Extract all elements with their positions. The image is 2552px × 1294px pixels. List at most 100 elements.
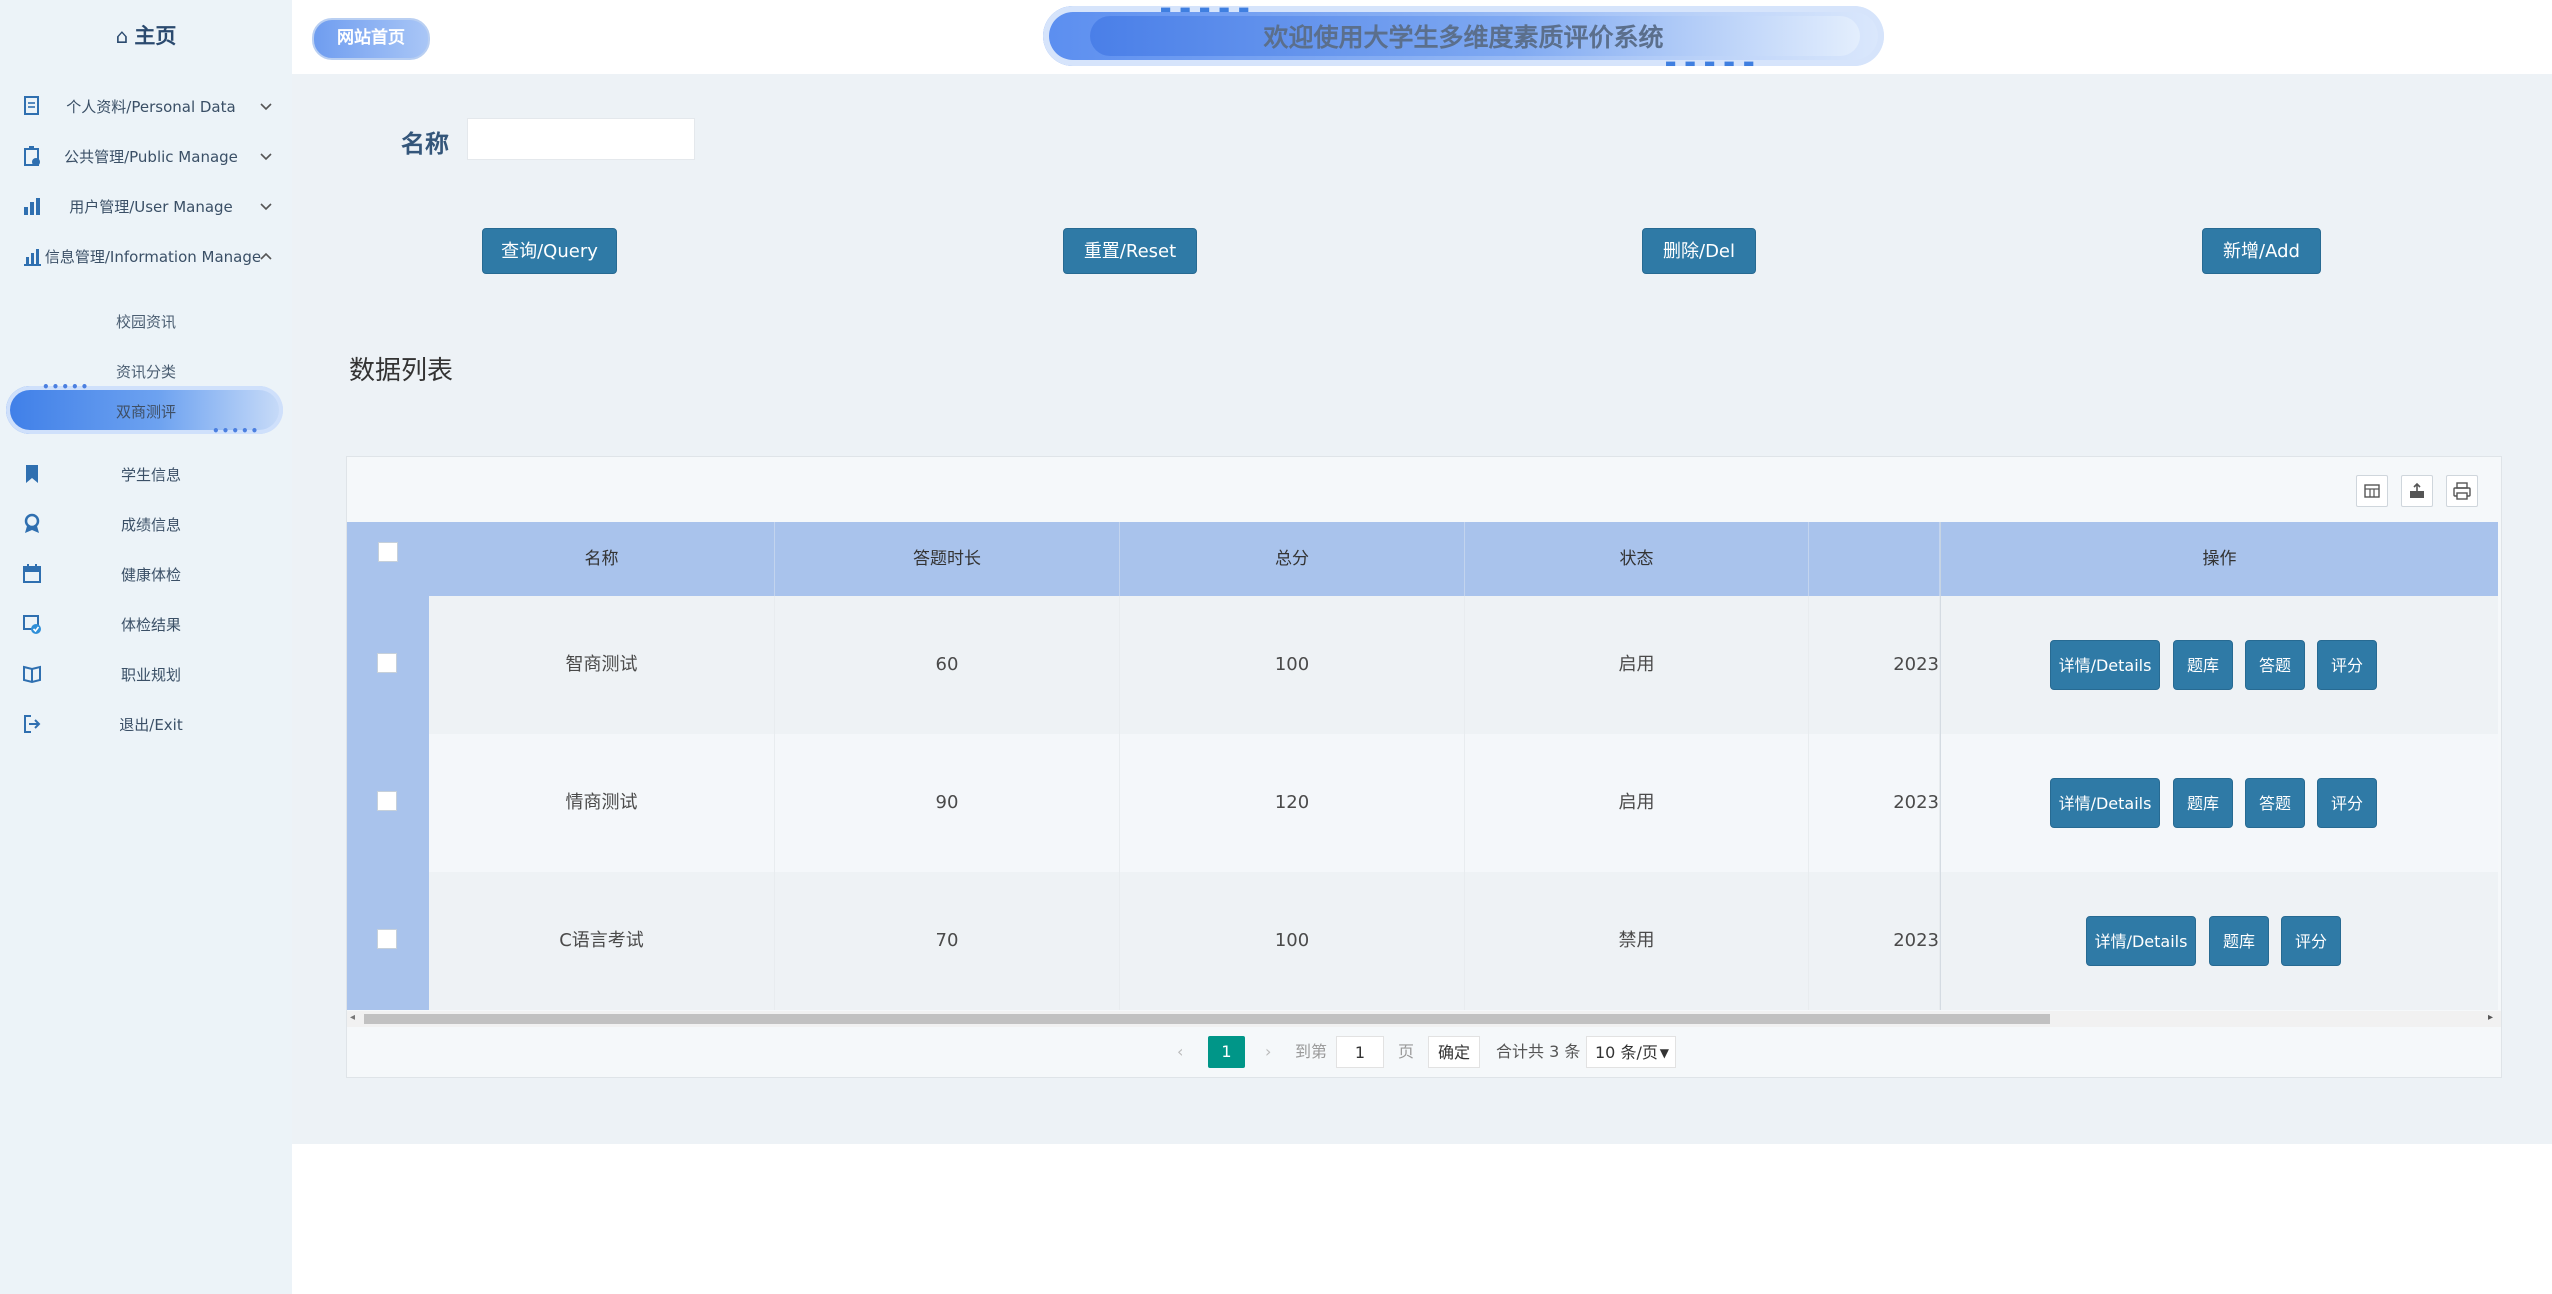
menu-public-manage[interactable]: 公共管理/Public Manage xyxy=(0,137,292,177)
data-list-title: 数据列表 xyxy=(349,356,454,386)
row-operations: 详情/Details 题库 答题 评分 xyxy=(1940,596,2498,734)
search-label: 名称 xyxy=(401,130,449,158)
menu-personal-data[interactable]: 个人资料/Personal Data xyxy=(0,87,292,127)
grade-button[interactable]: 评分 xyxy=(2317,778,2377,828)
page-bottom xyxy=(292,1144,2552,1294)
cell-status: 启用 xyxy=(1465,734,1809,872)
sidebar-home[interactable]: ⌂ 主页 xyxy=(0,20,292,50)
site-home-button[interactable]: 网站首页 xyxy=(312,18,430,60)
cell-score: 100 xyxy=(1120,596,1465,734)
row-operations: 详情/Details 题库 答题 评分 xyxy=(1940,734,2498,872)
table-row: 情商测试 90 120 启用 2023 xyxy=(429,734,1940,872)
table-row: C语言考试 70 100 禁用 2023 xyxy=(429,872,1940,1010)
details-button[interactable]: 详情/Details xyxy=(2050,640,2160,690)
delete-button[interactable]: 删除/Del xyxy=(1642,228,1756,274)
question-bank-button[interactable]: 题库 xyxy=(2173,778,2233,828)
document-icon xyxy=(24,96,39,115)
row-checkbox[interactable] xyxy=(377,653,397,673)
export-button[interactable] xyxy=(2401,475,2433,507)
cell-name: C语言考试 xyxy=(429,872,775,1010)
column-header-operations: 操作 xyxy=(1940,522,2498,596)
column-header-status[interactable]: 状态 xyxy=(1465,522,1809,596)
chevron-down-icon: ▼ xyxy=(1659,1046,1669,1060)
print-icon xyxy=(2453,482,2471,500)
grade-button[interactable]: 评分 xyxy=(2281,916,2341,966)
export-icon xyxy=(2410,482,2424,498)
cell-duration: 90 xyxy=(775,734,1120,872)
page-unit-label: 页 xyxy=(1398,1042,1415,1061)
sidebar-item-check-result[interactable]: 体检结果 xyxy=(0,605,292,645)
scrollbar-thumb[interactable] xyxy=(364,1014,2050,1024)
sidebar-item-student-info[interactable]: 学生信息 xyxy=(0,455,292,495)
row-checkbox[interactable] xyxy=(377,929,397,949)
goto-confirm-button[interactable]: 确定 xyxy=(1428,1036,1480,1068)
select-all-checkbox[interactable] xyxy=(378,542,398,562)
cell-duration: 60 xyxy=(775,596,1120,734)
row-operations: 详情/Details 题库 评分 xyxy=(1940,872,2498,1010)
sidebar: ⌂ 主页 个人资料/Personal Data 公共管理/Public Manag… xyxy=(0,0,293,1294)
goto-page-input[interactable]: 1 xyxy=(1336,1036,1384,1068)
goto-label: 到第 xyxy=(1295,1042,1328,1061)
column-filter-button[interactable] xyxy=(2356,475,2388,507)
question-bank-button[interactable]: 题库 xyxy=(2209,916,2269,966)
cell-date: 2023 xyxy=(1809,596,1940,734)
name-search-input[interactable] xyxy=(467,118,695,160)
page-number-current[interactable]: 1 xyxy=(1208,1036,1245,1068)
cell-duration: 70 xyxy=(775,872,1120,1010)
total-count: 合计共 3 条 xyxy=(1496,1042,1581,1061)
cell-name: 智商测试 xyxy=(429,596,775,734)
cell-date: 2023 xyxy=(1809,734,1940,872)
chevron-down-icon xyxy=(260,153,272,161)
cell-score: 120 xyxy=(1120,734,1465,872)
submenu-campus-news[interactable]: 校园资讯 xyxy=(0,301,292,341)
grade-button[interactable]: 评分 xyxy=(2317,640,2377,690)
chevron-down-icon xyxy=(260,203,272,211)
chevron-down-icon xyxy=(260,103,272,111)
banner-title: 欢迎使用大学生多维度素质评价系统 xyxy=(1263,23,1664,52)
table-row: 智商测试 60 100 启用 2023 xyxy=(429,596,1940,734)
bookmark-icon xyxy=(26,465,38,483)
details-button[interactable]: 详情/Details xyxy=(2050,778,2160,828)
chevron-up-icon xyxy=(260,252,272,260)
query-button[interactable]: 查询/Query xyxy=(482,228,617,274)
answer-button[interactable]: 答题 xyxy=(2245,778,2305,828)
next-page-icon[interactable]: › xyxy=(1265,1036,1271,1068)
columns-icon xyxy=(2364,484,2380,498)
answer-button[interactable]: 答题 xyxy=(2245,640,2305,690)
page-size-select[interactable]: 10 条/页 ▼ xyxy=(1586,1036,1676,1068)
bar-chart-icon xyxy=(24,249,41,266)
award-icon xyxy=(24,513,40,533)
calendar-check-icon xyxy=(23,615,41,634)
sidebar-item-grade-info[interactable]: 成绩信息 xyxy=(0,505,292,545)
sidebar-item-exit[interactable]: 退出/Exit xyxy=(0,705,292,745)
home-icon: ⌂ xyxy=(115,24,129,48)
sidebar-item-health-check[interactable]: 健康体检 xyxy=(0,555,292,595)
scroll-left-icon[interactable]: ◂ xyxy=(350,1012,355,1023)
menu-user-manage[interactable]: 用户管理/User Manage xyxy=(0,187,292,227)
column-header-duration[interactable]: 答题时长 xyxy=(775,522,1120,596)
question-bank-button[interactable]: 题库 xyxy=(2173,640,2233,690)
add-button[interactable]: 新增/Add xyxy=(2202,228,2321,274)
sidebar-item-career-plan[interactable]: 职业规划 xyxy=(0,655,292,695)
scroll-right-icon[interactable]: ▸ xyxy=(2488,1012,2493,1023)
logout-icon xyxy=(24,715,41,733)
submenu-dual-assessment[interactable]: 双商测评 xyxy=(0,391,292,431)
cell-date: 2023 xyxy=(1809,872,1940,1010)
users-chart-icon xyxy=(24,198,40,215)
cell-score: 100 xyxy=(1120,872,1465,1010)
print-button[interactable] xyxy=(2446,475,2478,507)
column-header-name[interactable]: 名称 xyxy=(429,522,775,596)
reset-button[interactable]: 重置/Reset xyxy=(1063,228,1197,274)
row-checkbox[interactable] xyxy=(377,791,397,811)
menu-information-manage[interactable]: 信息管理/Information Manage xyxy=(0,237,292,277)
cell-name: 情商测试 xyxy=(429,734,775,872)
prev-page-icon[interactable]: ‹ xyxy=(1177,1036,1183,1068)
cell-status: 禁用 xyxy=(1465,872,1809,1010)
clipboard-icon xyxy=(24,146,40,166)
details-button[interactable]: 详情/Details xyxy=(2086,916,2196,966)
decor-dots: ▬ ▬ ▬ ▬ ▬ xyxy=(1160,2,1252,16)
decor-dots: ▬ ▬ ▬ ▬ ▬ xyxy=(1665,56,1757,70)
book-icon xyxy=(23,665,41,684)
column-header-score[interactable]: 总分 xyxy=(1120,522,1465,596)
column-header-date[interactable] xyxy=(1809,522,1940,596)
